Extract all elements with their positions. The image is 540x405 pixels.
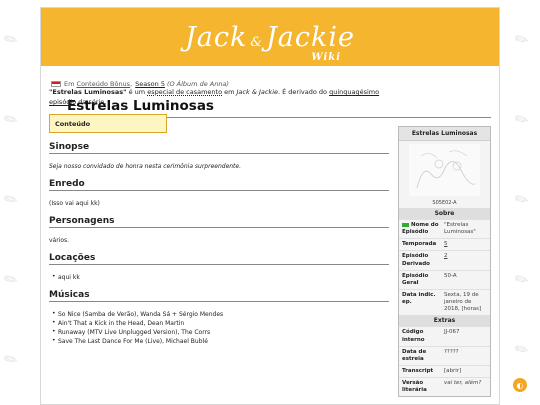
personagens-text: vários. [49,237,70,245]
contrast-icon: ◐ [516,380,524,390]
sinopse-text: Seja nosso convidado de honra nesta ceri… [49,163,242,171]
intro-text: da série. [76,98,107,107]
infobox-section-extras: Extras [399,315,490,327]
infobox-value: 50-A [444,272,457,279]
table-of-contents[interactable]: Conteúdo [49,114,167,134]
infobox-key: Data de estreia [402,348,427,362]
transcript-link[interactable]: [abrir] [444,368,487,375]
feather-icon: ✎ [0,107,22,132]
intro-text: . É derivado do [278,88,330,96]
musicas-list: So Nice (Samba de Verão), Wanda Sá + Sér… [49,310,389,345]
infobox-key: Episódio Derivado [402,253,430,267]
section-heading-personagens: Personagens [49,216,389,229]
infobox-value: vai ter, além? [444,380,482,387]
infobox-value-link[interactable]: 2 [444,253,487,267]
wiki-banner[interactable]: Jack & Jackie Wiki [41,8,499,66]
list-item: Runaway (MTV Live Unplugged Version), Th… [52,328,389,336]
feather-icon: ✎ [0,27,22,52]
wiki-page: Jack & Jackie Wiki Em Conteúdo Bônus, Seas… [40,7,500,405]
infobox: Estrelas Luminosas S05E02-A Sobre Nome d… [398,126,491,398]
feather-icon: ✎ [511,27,533,52]
feather-icon: ✎ [0,267,22,292]
flag-icon [402,222,409,227]
infobox-title: Estrelas Luminosas [399,127,490,141]
section-heading-musicas: Músicas [49,290,389,303]
feather-icon: ✎ [0,187,22,212]
theme-toggle-button[interactable]: ◐ [513,378,527,392]
infobox-row: Versão literária vai ter, além? [399,377,490,396]
list-item: aqui kk [52,273,389,281]
intro-bold-title: "Estrelas Luminosas" [49,88,127,96]
infobox-section-sobre: Sobre [399,208,490,219]
list-item: Ain't That a Kick in the Head, Dean Mart… [52,319,389,327]
infobox-row: Nome do Episódio "Estrelas Luminosas" [399,219,490,238]
infobox-row: Código interno JJ-067 [399,326,490,345]
infobox-row: Episódio Derivado 2 [399,250,490,269]
infobox-value: "Estrelas Luminosas" [444,222,476,236]
logo-text-main: Jack [184,21,248,53]
infobox-row: Data indic. ep. Sexta, 19 de janeiro de … [399,288,490,315]
infobox-key: Data indic. ep. [402,291,436,306]
list-item: Save The Last Dance For Me (Live), Micha… [52,337,389,345]
logo-amp: & [250,34,263,50]
infobox-value: JJ-067 [444,329,460,336]
infobox-value: Sexta, 19 de janeiro de 2018, [horas] [444,291,482,313]
toc-label: Conteúdo [55,120,91,129]
enredo-text: (Isso vai aqui kk) [49,200,100,208]
wiki-logo[interactable]: Jack & Jackie Wiki [184,21,355,63]
infobox-row: Episódio Geral 50-A [399,269,490,289]
infobox-key: Código interno [402,329,425,343]
image-caption: S05E02-A [432,200,457,206]
intro-paragraph: "Estrelas Luminosas" é um especial de ca… [49,87,389,107]
feather-icon: ✎ [511,267,533,292]
list-item: So Nice (Samba de Verão), Wanda Sá + Sér… [52,310,389,318]
intro-text: em [222,88,237,96]
infobox-row: Transcript [abrir] [399,364,490,377]
logo-text-second: Jackie [265,21,355,53]
feather-icon: ✎ [0,347,22,372]
infobox-key: Episódio Geral [402,272,429,286]
infobox-row: Temporada 5 [399,238,490,250]
feather-icon: ✎ [511,337,533,362]
episode-image[interactable] [409,144,480,196]
logo-subtitle: Wiki [311,51,341,63]
infobox-key: Versão literária [402,380,427,394]
infobox-row: Data de estreia ????? [399,345,490,365]
section-heading-locacoes: Locações [49,253,389,266]
infobox-key: Transcript [402,367,434,374]
feather-icon: ✎ [511,187,533,212]
intro-show-name: Jack & Jackie [236,88,278,96]
article-body: "Estrelas Luminosas" é um especial de ca… [49,87,389,347]
sketch-illustration [416,150,476,189]
infobox-key: Temporada [402,241,437,248]
locacoes-list: aqui kk [49,273,389,281]
infobox-value-link[interactable]: 5 [444,241,487,248]
infobox-value: ????? [444,348,459,355]
intro-link-especial[interactable]: especial de casamento [147,88,222,96]
intro-text: é um [126,88,148,96]
infobox-key: Nome do Episódio [402,222,444,236]
section-heading-enredo: Enredo [49,179,389,192]
feather-icon: ✎ [511,107,533,132]
section-heading-sinopse: Sinopse [49,142,389,155]
